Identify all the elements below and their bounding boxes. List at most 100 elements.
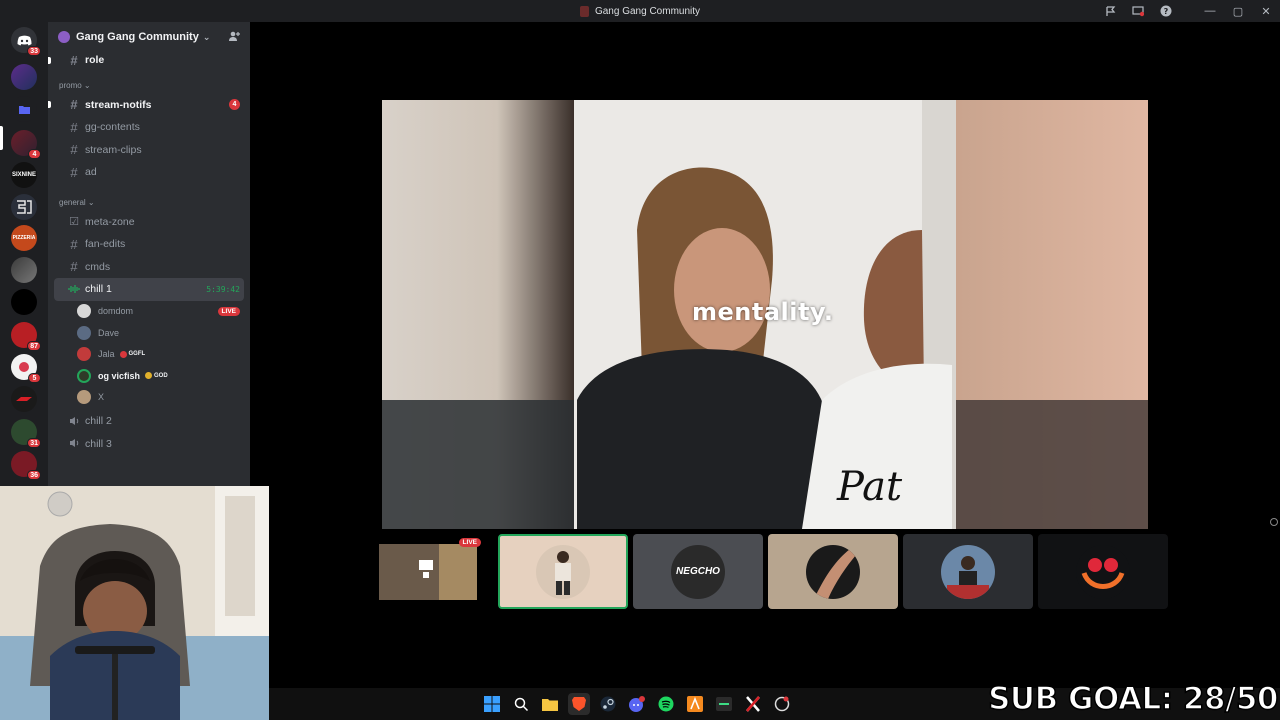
server-icon[interactable]: 4: [11, 130, 41, 159]
stream-stage: Pat mentality. LIVE NEGCHO: [250, 22, 1280, 688]
server-badge: 31: [27, 438, 41, 448]
avatar: [806, 544, 860, 599]
server-icon[interactable]: [11, 386, 37, 412]
server-icon[interactable]: 5: [11, 354, 41, 383]
server-icon[interactable]: [11, 257, 37, 283]
stream-video[interactable]: Pat mentality.: [382, 100, 1148, 529]
participant-tile-negcho[interactable]: NEGCHO: [633, 534, 763, 609]
server-icon[interactable]: [11, 64, 37, 90]
minimize-icon[interactable]: —: [1196, 0, 1224, 22]
server-badge: 5: [28, 373, 41, 383]
server-icon-pizzeria[interactable]: PIZZERIA: [11, 225, 37, 251]
steam-icon[interactable]: [597, 693, 619, 715]
discord-taskbar-icon[interactable]: [626, 693, 648, 715]
active-server-pill: [0, 126, 3, 150]
speaker-icon: [66, 414, 82, 429]
category-label: general: [59, 197, 86, 207]
channel-stream-notifs[interactable]: # stream-notifs 4: [48, 94, 244, 117]
server-icon-sixnine[interactable]: SIXNINE: [11, 162, 37, 188]
app-icon-orange[interactable]: [684, 693, 706, 715]
channel-cmds[interactable]: # cmds: [54, 256, 244, 279]
hash-icon: #: [70, 236, 78, 252]
guild-name: Gang Gang Community: [76, 31, 199, 43]
voice-user-og-vicfish[interactable]: og vicfish GOD: [48, 365, 250, 387]
invite-people-icon[interactable]: [228, 30, 240, 45]
voice-user-name: Dave: [98, 327, 120, 338]
inbox-flag-icon[interactable]: [1096, 0, 1124, 22]
server-label: SIXNINE: [11, 172, 36, 178]
voice-user-name: og vicfish: [98, 370, 141, 381]
screen-share-icon[interactable]: [1124, 0, 1152, 22]
video-caption: mentality.: [692, 298, 834, 326]
voice-channel-chill-1[interactable]: chill 1 5:39:42: [54, 278, 244, 301]
guild-header[interactable]: Gang Gang Community ⌄: [48, 22, 250, 52]
title-bar-controls: ? — ▢ ✕: [1096, 0, 1280, 22]
channel-name: meta-zone: [85, 215, 135, 228]
server-icon[interactable]: 31: [11, 419, 41, 448]
help-icon[interactable]: ?: [1152, 0, 1180, 22]
voice-channel-chill-2[interactable]: chill 2: [54, 410, 244, 433]
expand-handle-icon[interactable]: [1270, 518, 1278, 526]
category-general[interactable]: general ⌄: [48, 184, 250, 211]
channel-stream-clips[interactable]: # stream-clips: [54, 139, 244, 162]
voice-user-x[interactable]: X: [48, 387, 250, 409]
brave-browser-icon[interactable]: [568, 693, 590, 715]
voice-user-name: Jala: [98, 349, 115, 360]
channel-name: chill 1: [85, 283, 112, 296]
server-badge: 36: [27, 470, 41, 480]
checkbox-rules-icon: ☑: [69, 216, 79, 229]
channel-name: fan-edits: [85, 238, 126, 251]
channel-ad[interactable]: # ad: [54, 161, 244, 184]
server-icon[interactable]: [11, 194, 37, 220]
app-icon-x[interactable]: [742, 693, 764, 715]
server-badge: 4: [28, 149, 41, 159]
voice-active-icon: [66, 282, 82, 297]
voice-channel-chill-3[interactable]: chill 3: [54, 433, 244, 456]
channel-meta-zone[interactable]: ☑ meta-zone: [54, 211, 244, 234]
file-explorer-icon[interactable]: [539, 693, 561, 715]
channel-role[interactable]: # role: [48, 49, 244, 72]
search-icon[interactable]: [510, 693, 532, 715]
chevron-down-icon: ⌄: [202, 31, 211, 42]
participant-tile[interactable]: [1038, 534, 1168, 609]
avatar: [941, 544, 995, 599]
avatar-text: NEGCHO: [676, 566, 720, 577]
voice-user-dave[interactable]: Dave: [48, 322, 250, 344]
speaker-icon: [66, 436, 82, 451]
channel-name: stream-notifs: [85, 98, 152, 111]
participant-tile[interactable]: [768, 534, 898, 609]
terminal-icon[interactable]: [713, 693, 735, 715]
maximize-icon[interactable]: ▢: [1224, 0, 1252, 22]
window-title-text: Gang Gang Community: [594, 5, 701, 17]
avatar: [77, 390, 91, 405]
windows-start-icon[interactable]: [481, 693, 503, 715]
user-tag: GGFL: [119, 350, 145, 358]
avatar: [536, 544, 590, 599]
participant-tile-selected[interactable]: [498, 534, 628, 609]
voice-user-jala[interactable]: Jala GGFL: [48, 344, 250, 366]
live-badge: LIVE: [458, 538, 481, 547]
server-icon[interactable]: [11, 289, 37, 315]
guild-icon: [58, 31, 70, 43]
hash-icon: #: [70, 164, 78, 180]
participant-tile[interactable]: [903, 534, 1033, 609]
category-promo[interactable]: promo ⌄: [48, 72, 250, 94]
app-icon: [579, 5, 589, 17]
webcam-feed: [0, 486, 269, 720]
user-tag: GOD: [145, 372, 168, 380]
voice-user-domdom[interactable]: domdom LIVE: [48, 301, 250, 323]
server-folder-icon[interactable]: [11, 96, 37, 122]
close-icon[interactable]: ✕: [1252, 0, 1280, 22]
channel-gg-contents[interactable]: # gg-contents: [54, 116, 244, 139]
hash-icon: #: [70, 142, 78, 158]
stream-thumbnail: [379, 543, 477, 600]
channel-fan-edits[interactable]: # fan-edits: [54, 233, 244, 256]
direct-messages-button[interactable]: 33: [11, 27, 41, 56]
spotify-icon[interactable]: [655, 693, 677, 715]
participant-tile-stream[interactable]: LIVE: [363, 534, 493, 609]
tag-icon: [145, 372, 153, 380]
voice-timer: 5:39:42: [206, 284, 240, 294]
server-icon[interactable]: 87: [11, 322, 41, 351]
app-icon-circle[interactable]: [771, 693, 793, 715]
server-icon[interactable]: 36: [11, 451, 41, 480]
